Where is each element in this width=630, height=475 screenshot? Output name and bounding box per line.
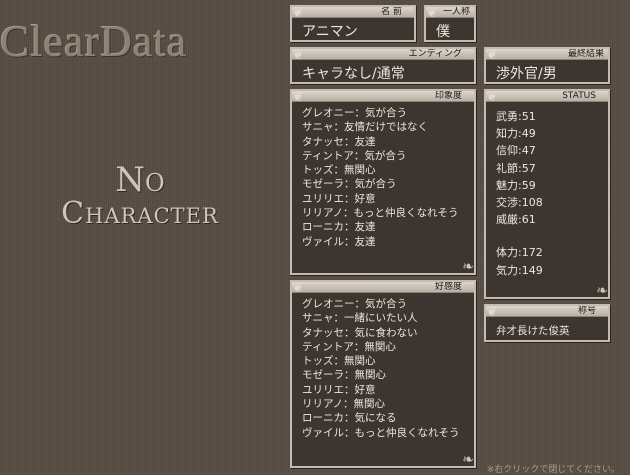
final-result-panel: 最終結果 ❦ 渉外官/男 [484,47,610,84]
stat-name: 魅力 [496,178,518,192]
title-panel-label: 称号 [486,306,608,317]
list-item: トッズ：無関心 [302,355,376,368]
clear-data-logo: ClearData [0,17,188,66]
list-item: ローニカ：気になる [302,412,397,425]
close-hint: ※右クリックで閉じてください。 [486,465,620,475]
title-panel: 称号 ❦ 弁才長けた俊英 [484,304,610,342]
player-name: アニマン [302,24,358,40]
stat-value: 49 [521,127,536,141]
list-item: リリアノ：無関心 [302,398,386,411]
corner-ornament-icon: ❦ [486,47,498,63]
list-item: サニャ：友情だけではなく [302,121,428,134]
stat-value: 57 [521,161,536,175]
status-panel-label: STATUS [486,91,608,102]
list-item: タナッセ：友達 [302,135,376,148]
title-value: 弁才長けた俊英 [496,325,570,337]
stat-value: 59 [521,178,536,192]
list-item: グレオニー：気が合う [302,107,407,119]
stat-value: 47 [521,144,536,158]
no-character-line2: Character [61,196,219,231]
no-character-line1: No [115,160,165,200]
list-item: ユリリエ：好意 [302,383,376,396]
stat-row: 交渉:108 [496,196,543,210]
corner-ornament-icon: ❦ [292,280,304,296]
stat-value: 108 [521,196,543,210]
stat-name: 気力 [496,263,518,277]
stat-row: 武勇:51 [496,110,536,123]
pronoun-panel: 一人称 ❦ 僕 [424,5,476,42]
pronoun-value: 僕 [436,24,450,40]
list-item: リリアノ：もっと仲良くなれそう [302,207,459,220]
list-item: ティントア：気が合う [302,149,407,162]
list-item: トッズ：無関心 [302,164,376,177]
affection-panel-label: 好感度 [292,282,474,293]
stat-row: 威厳:61 [496,213,536,227]
final-result-panel-label: 最終結果 [486,49,608,60]
vital-row: 体力:172 [496,246,543,260]
impression-panel: 印象度 ❦ ❧ グレオニー：気が合う サニャ：友情だけではなく タナッセ：友達 … [290,89,476,275]
affection-panel: 好感度 ❦ ❧ グレオニー：気が合う サニャ：一緒にいたい人 タナッセ：気に食わ… [290,280,476,468]
list-item: グレオニー：気が合う [302,298,407,310]
final-result-value: 渉外官/男 [496,66,557,82]
stat-value: 61 [521,213,536,227]
list-item: モゼーラ：無関心 [302,369,386,382]
corner-ornament-icon: ❦ [426,5,438,21]
stat-value: 149 [521,263,543,277]
affection-list: グレオニー：気が合う サニャ：一緒にいたい人 タナッセ：気に食わない ティントア… [302,295,468,440]
stat-value: 172 [521,246,543,260]
status-panel: STATUS ❦ ❧ 武勇:51 知力:49 信仰:47 礼節:57 魅力:59… [484,89,610,299]
name-panel: 名 前 ❦ アニマン [290,5,416,42]
corner-ornament-icon: ❦ [292,5,304,21]
stat-row: 魅力:59 [496,178,536,192]
list-item: タナッセ：気に食わない [302,326,418,339]
stat-name: 交渉 [496,196,518,210]
name-panel-label: 名 前 [292,7,414,18]
stat-row: 知力:49 [496,127,536,141]
corner-ornament-icon: ❦ [486,304,498,320]
list-item: ローニカ：友達 [302,221,376,234]
stat-name: 威厳 [496,213,518,227]
impression-panel-label: 印象度 [292,91,474,102]
stat-name: 武勇 [496,110,518,123]
corner-ornament-icon: ❦ [486,89,498,105]
list-item: ティントア：無関心 [302,340,396,353]
list-item: ユリリエ：好意 [302,192,376,205]
corner-ornament-icon: ❦ [292,47,304,63]
list-item: ヴァイル：もっと仲良くなれそう [302,426,460,439]
list-item: ヴァイル：友達 [302,235,376,248]
stat-name: 礼節 [496,161,518,175]
ending-value: キャラなし/通常 [302,66,405,82]
stat-name: 体力 [496,246,518,260]
stat-row: 信仰:47 [496,144,536,158]
ending-panel: エンディング ❦ キャラなし/通常 [290,47,476,84]
ending-panel-label: エンディング [292,49,474,60]
corner-ornament-icon: ❦ [292,89,304,105]
stat-value: 51 [521,110,536,123]
list-item: サニャ：一緒にいたい人 [302,312,418,325]
status-list: 武勇:51 知力:49 信仰:47 礼節:57 魅力:59 交渉:108 威厳:… [496,104,602,279]
stat-row: 礼節:57 [496,161,536,175]
vital-row: 気力:149 [496,263,543,277]
impression-list: グレオニー：気が合う サニャ：友情だけではなく タナッセ：友達 ティントア：気が… [302,104,468,249]
stat-name: 知力 [496,127,518,141]
list-item: モゼーラ：気が合う [302,178,397,191]
stat-name: 信仰 [496,144,518,158]
